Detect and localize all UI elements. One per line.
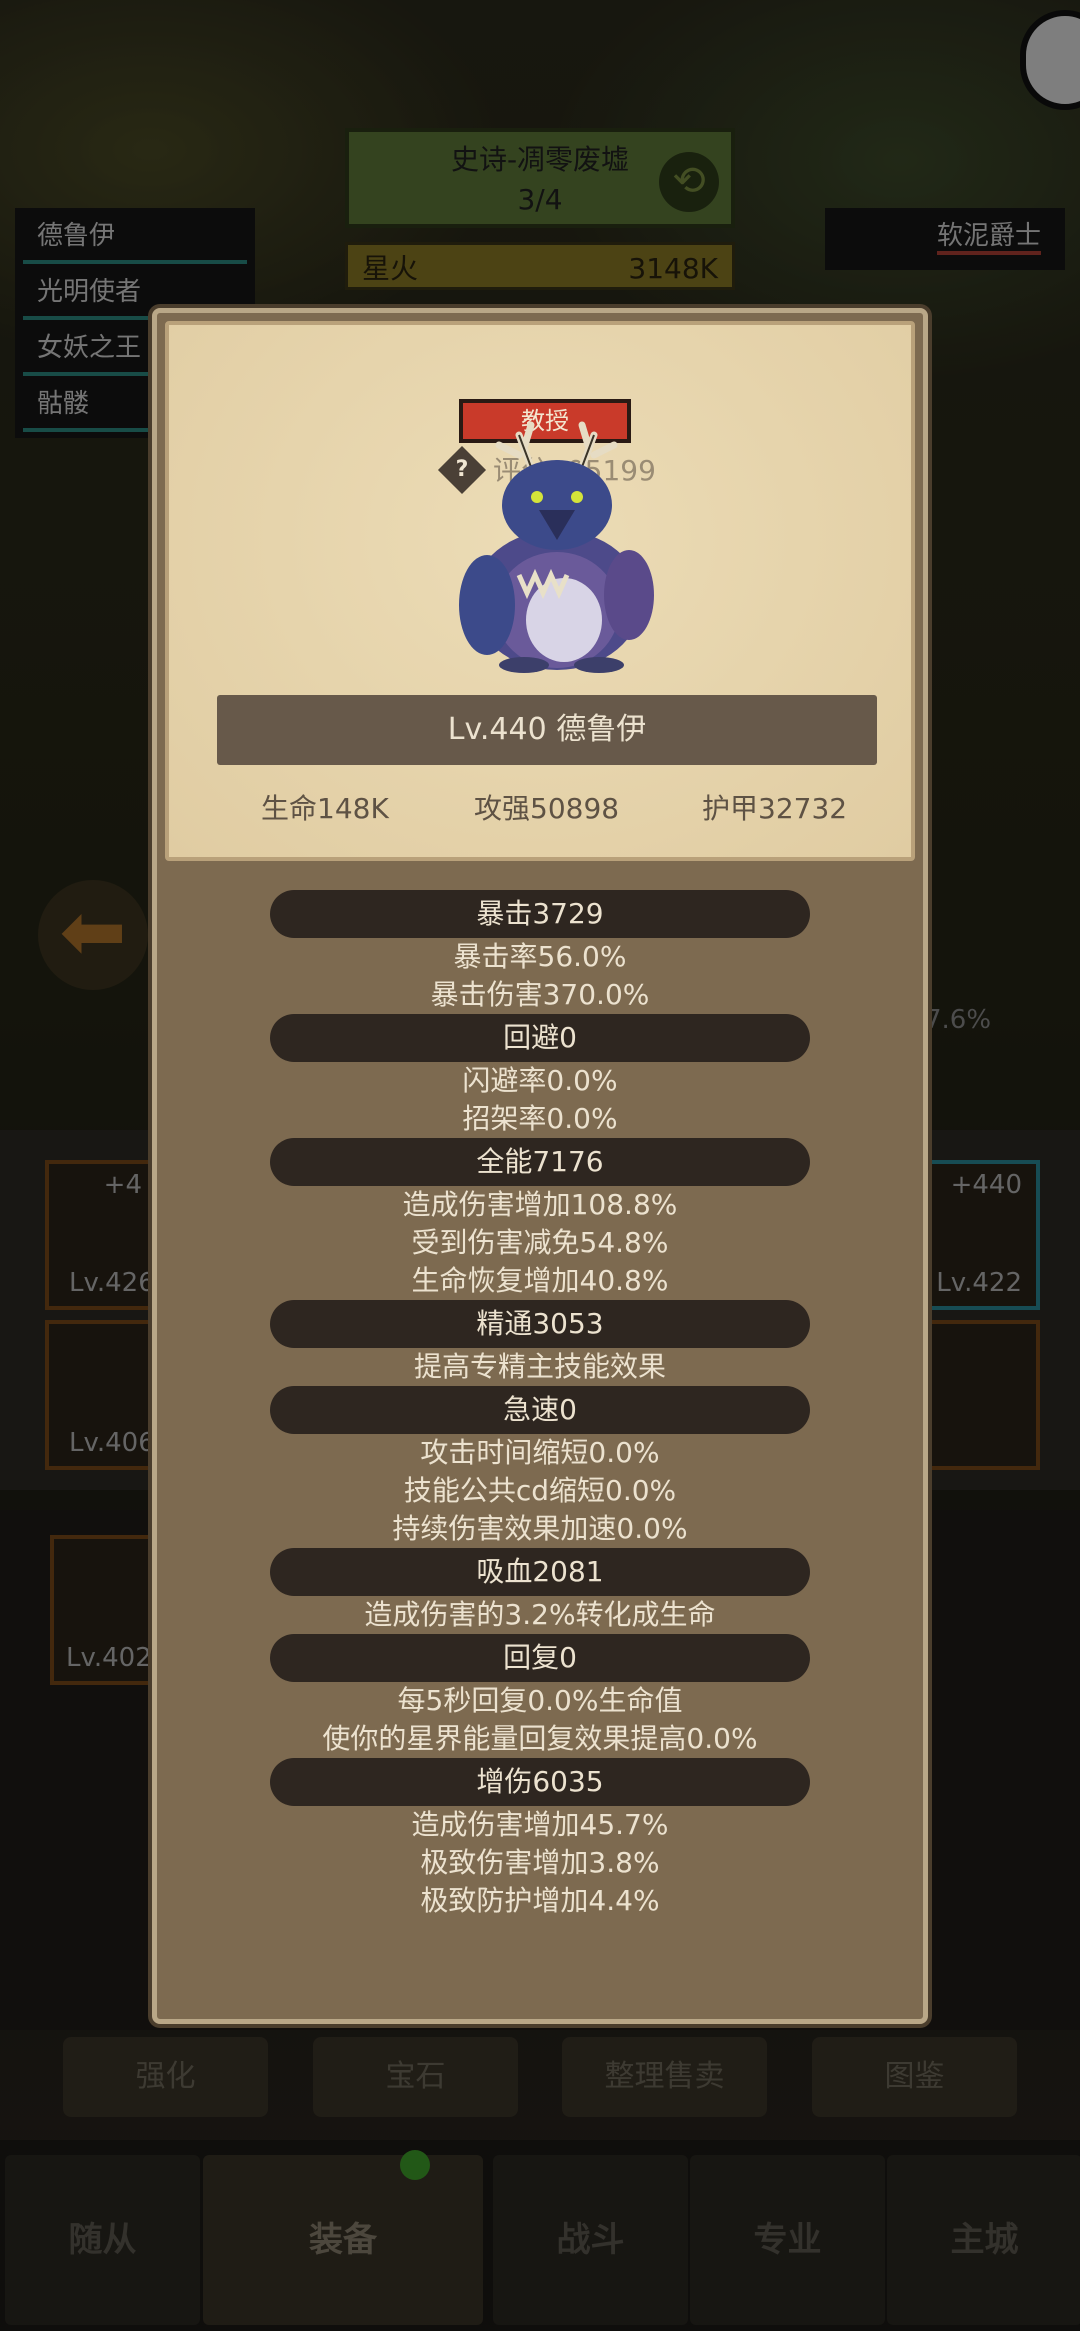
section-header: 精通3053: [270, 1300, 810, 1348]
section-line: 造成伤害的3.2%转化成生命: [364, 1598, 716, 1631]
stat-hp: 生命148K: [261, 792, 389, 825]
section-line: 生命恢复增加40.8%: [411, 1264, 669, 1297]
stat-sections: 暴击3729 暴击率56.0% 暴击伤害370.0% 回避0 闪避率0.0% 招…: [157, 890, 923, 1920]
stat-armor: 护甲32732: [702, 792, 848, 825]
character-header: 教授 ? 评分105199 Lv.440 德鲁伊: [165, 321, 915, 861]
druid-portrait-icon: [459, 421, 654, 673]
section-line: 每5秒回复0.0%生命值: [397, 1684, 683, 1717]
stat-attack: 攻强50898: [474, 792, 620, 825]
section-line: 极致防护增加4.4%: [420, 1884, 660, 1917]
section-header: 回复0: [270, 1634, 810, 1682]
section-line: 持续伤害效果加速0.0%: [392, 1512, 688, 1545]
section-header: 全能7176: [270, 1138, 810, 1186]
section-line: 暴击率56.0%: [453, 940, 627, 973]
section-line: 暴击伤害370.0%: [430, 978, 650, 1011]
section-line: 闪避率0.0%: [462, 1064, 618, 1097]
header-stats: 生命148K 攻强50898 护甲32732: [169, 787, 919, 827]
section-line: 使你的星界能量回复效果提高0.0%: [322, 1722, 758, 1755]
section-line: 攻击时间缩短0.0%: [420, 1436, 660, 1469]
section-line: 招架率0.0%: [462, 1102, 618, 1135]
section-line: 受到伤害减免54.8%: [411, 1226, 669, 1259]
section-header: 暴击3729: [270, 890, 810, 938]
section-line: 极致伤害增加3.8%: [420, 1846, 660, 1879]
character-name-bar: Lv.440 德鲁伊: [217, 695, 877, 765]
section-header: 回避0: [270, 1014, 810, 1062]
section-line: 造成伤害增加108.8%: [402, 1188, 678, 1221]
section-header: 增伤6035: [270, 1758, 810, 1806]
character-stats-modal: 教授 ? 评分105199 Lv.440 德鲁伊: [152, 308, 928, 2024]
section-header: 吸血2081: [270, 1548, 810, 1596]
section-line: 造成伤害增加45.7%: [411, 1808, 669, 1841]
section-line: 提高专精主技能效果: [413, 1350, 666, 1383]
section-header: 急速0: [270, 1386, 810, 1434]
section-line: 技能公共cd缩短0.0%: [403, 1474, 677, 1507]
